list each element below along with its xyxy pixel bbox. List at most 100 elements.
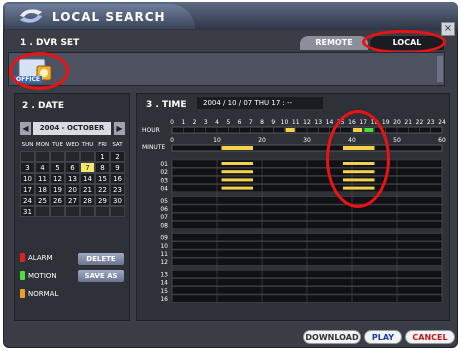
calendar-day[interactable]: 19 (50, 184, 65, 195)
calendar-day[interactable]: 24 (20, 195, 35, 206)
channel-label: 07 (160, 214, 168, 221)
prev-month-button[interactable]: ◀ (20, 122, 31, 135)
calendar-day[interactable]: 3 (20, 162, 35, 173)
calendar-day[interactable]: 26 (50, 195, 65, 206)
minute-tick-label: 10 (213, 137, 221, 144)
date-label: 2 . DATE (22, 101, 64, 111)
calendar-empty-cell (50, 151, 65, 162)
calendar-day[interactable]: 15 (95, 173, 110, 184)
dvr-set-label: 1 . DVR SET (20, 38, 80, 48)
calendar-day[interactable]: 6 (65, 162, 80, 173)
calendar-empty-cell (110, 206, 125, 217)
channel-label: 04 (160, 186, 168, 193)
channel-label: 09 (160, 235, 168, 242)
save-as-button[interactable]: SAVE AS (78, 270, 124, 282)
calendar-day[interactable]: 10 (20, 173, 35, 184)
calendar-day[interactable]: 5 (50, 162, 65, 173)
hour-tick-label: 8 (260, 119, 264, 126)
download-button[interactable]: DOWNLOAD (303, 330, 361, 344)
time-display: 2004 / 10 / 07 THU 17 : -- (197, 97, 323, 109)
play-button[interactable]: PLAY (364, 330, 402, 344)
channel-label: 12 (160, 259, 168, 266)
alarm-legend-label: ALARM (28, 254, 53, 262)
calendar-day[interactable]: 22 (95, 184, 110, 195)
calendar-empty-cell (80, 206, 95, 217)
calendar-day[interactable]: 21 (80, 184, 95, 195)
channel-label: 03 (160, 177, 168, 184)
hour-tick-label: 22 (416, 119, 424, 126)
motion-legend-label: MOTION (28, 272, 57, 280)
weekday-label: MON (35, 142, 50, 148)
tab-remote[interactable]: REMOTE (300, 36, 368, 50)
annotation-ellipse (362, 30, 446, 54)
delete-button[interactable]: DELETE (78, 253, 124, 265)
calendar-day[interactable]: 17 (20, 184, 35, 195)
channel-label: 13 (160, 271, 168, 278)
channel-label: 06 (160, 206, 168, 213)
channel-label: 02 (160, 169, 168, 176)
normal-legend-swatch (20, 289, 25, 298)
channel-record-mark (221, 170, 253, 174)
calendar-day[interactable]: 29 (95, 195, 110, 206)
hour-tick-label: 4 (215, 119, 219, 126)
alarm-legend-swatch (20, 253, 25, 262)
channel-label: 05 (160, 198, 168, 205)
calendar-day[interactable]: 7 (80, 162, 95, 173)
channel-label: 16 (160, 296, 168, 303)
app-logo-icon (20, 9, 42, 23)
calendar-day[interactable]: 27 (65, 195, 80, 206)
minute-tick-label: 60 (438, 137, 446, 144)
calendar-day[interactable]: 28 (80, 195, 95, 206)
hour-tick-label: 1 (181, 119, 185, 126)
channel-label: 15 (160, 288, 168, 295)
minute-tick-label: 50 (393, 137, 401, 144)
minute-summary-bar[interactable] (171, 144, 443, 152)
calendar-day[interactable]: 8 (95, 162, 110, 173)
calendar-day[interactable]: 16 (110, 173, 125, 184)
hour-tick-label: 21 (404, 119, 412, 126)
calendar-day[interactable]: 12 (50, 173, 65, 184)
channel-record-mark (221, 162, 253, 165)
hour-tick-label: 6 (238, 119, 242, 126)
weekday-label: TUE (52, 142, 63, 148)
calendar-day[interactable]: 31 (20, 206, 35, 217)
weekday-label: WED (65, 142, 80, 148)
minute-tick-label: 20 (258, 137, 266, 144)
cancel-button[interactable]: CANCEL (405, 330, 455, 344)
calendar-day[interactable]: 25 (35, 195, 50, 206)
hour-record-mark (285, 128, 295, 132)
calendar-day[interactable]: 2 (110, 151, 125, 162)
hour-tick-label: 19 (382, 119, 390, 126)
hour-tick-label: 12 (303, 119, 311, 126)
calendar-day[interactable]: 23 (110, 184, 125, 195)
minute-summary-mark (221, 146, 253, 150)
calendar-day[interactable]: 11 (35, 173, 50, 184)
channel-record-mark (221, 178, 253, 182)
hour-tick-label: 14 (326, 119, 334, 126)
window-title: LOCAL SEARCH (52, 10, 166, 24)
timeline-grid[interactable]: 0 1 2 3 4 5 6 7 8 9 10 11 12 13 14 15 16 17 18 19 20 21 22 23 24… (140, 118, 448, 318)
hour-tick-label: 7 (249, 119, 253, 126)
weekday-label: FRI (98, 142, 107, 148)
calendar-day[interactable]: 30 (110, 195, 125, 206)
calendar-day[interactable]: 20 (65, 184, 80, 195)
close-button[interactable]: × (441, 22, 455, 36)
calendar-day[interactable]: 13 (65, 173, 80, 184)
calendar-day[interactable]: 14 (80, 173, 95, 184)
calendar-empty-cell (95, 206, 110, 217)
annotation-ellipse (9, 52, 69, 90)
channel-label: 08 (160, 222, 168, 229)
next-month-button[interactable]: ▶ (114, 122, 125, 135)
dvr-list-panel (8, 52, 445, 86)
calendar-day[interactable]: 9 (110, 162, 125, 173)
dvr-list-scrollbar[interactable] (437, 56, 443, 82)
calendar-day[interactable]: 1 (95, 151, 110, 162)
calendar-empty-cell (80, 151, 95, 162)
channel-label: 10 (160, 243, 168, 250)
hour-tick-label: 0 (170, 119, 174, 126)
calendar-day[interactable]: 4 (35, 162, 50, 173)
motion-legend-swatch (20, 271, 25, 280)
hour-tick-label: 11 (292, 119, 300, 126)
calendar-empty-cell (50, 206, 65, 217)
calendar-day[interactable]: 18 (35, 184, 50, 195)
